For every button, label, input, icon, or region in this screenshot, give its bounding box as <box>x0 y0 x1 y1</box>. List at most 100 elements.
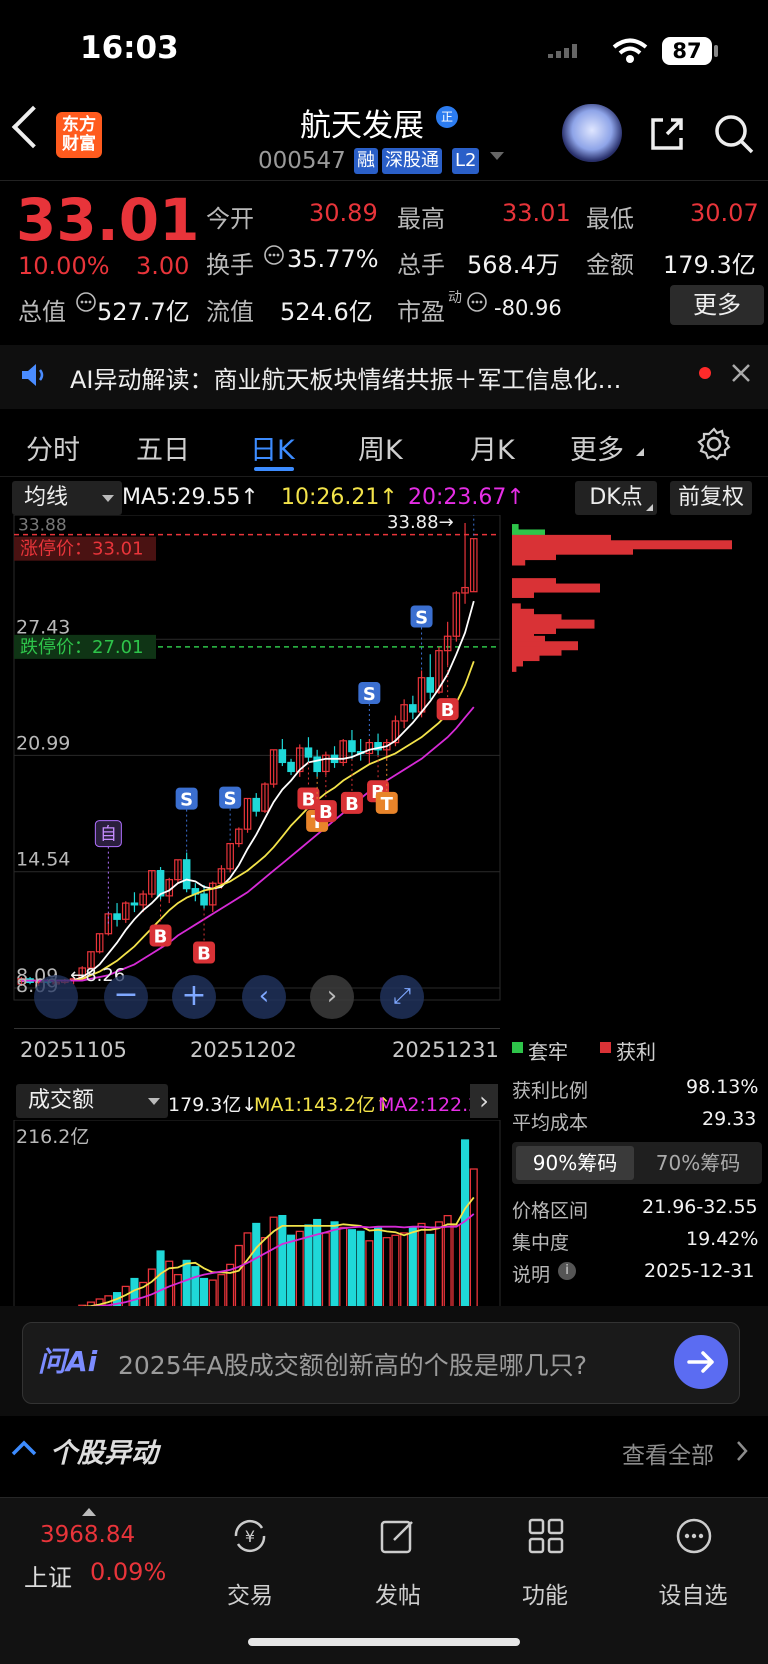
tab-daily-k[interactable]: 日K <box>250 428 295 467</box>
signal-label: S <box>180 790 193 811</box>
chip-segment-control[interactable]: 90%筹码 70%筹码 <box>512 1142 762 1184</box>
y-tick-label: 20.99 <box>16 732 70 754</box>
signal-label: B <box>345 794 359 815</box>
signal-label: S <box>363 684 376 705</box>
code-dropdown-icon[interactable] <box>490 152 504 160</box>
nav-watchlist[interactable]: 设自选 <box>648 1576 738 1610</box>
nav-post[interactable]: 发帖 <box>353 1576 443 1610</box>
chip-bar <box>512 556 526 566</box>
volume-value: 568.4万 <box>467 251 560 279</box>
high-value: 33.01 <box>502 199 571 227</box>
chat-placeholder[interactable]: 2025年A股成交额创新高的个股是哪几只? <box>118 1346 587 1382</box>
amount-value: 179.3亿 <box>663 251 756 279</box>
avg-cost-label: 平均成本 <box>512 1112 589 1134</box>
open-label: 今开 <box>206 205 254 233</box>
turnover-value: 35.77% <box>287 245 379 273</box>
legend-loss-swatch <box>512 1042 523 1053</box>
indicator-select[interactable]: 均线 <box>12 481 122 515</box>
post-icon[interactable] <box>376 1514 420 1558</box>
tabs-divider <box>0 476 768 477</box>
volume-bar <box>278 1214 287 1310</box>
assistant-avatar-icon[interactable] <box>562 104 622 162</box>
range-label: 价格区间 <box>512 1200 589 1222</box>
ma20-legend: 20:23.67↑ <box>408 485 525 510</box>
low-label: 最低 <box>586 205 634 233</box>
volume-expand-icon[interactable]: › <box>470 1084 498 1118</box>
info-icon[interactable]: i <box>558 1262 576 1280</box>
index-name[interactable]: 上证 <box>24 1558 72 1593</box>
volume-indicator-select[interactable]: 成交额 <box>16 1084 168 1118</box>
share-icon[interactable] <box>647 114 687 154</box>
volume-bar <box>391 1234 400 1310</box>
signal-label: B <box>197 943 211 964</box>
search-icon[interactable] <box>712 112 756 156</box>
note-label: 说明 <box>512 1264 551 1286</box>
ai-banner-text[interactable]: AI异动解读：商业航天板块情绪共振＋军工信息化… <box>70 360 622 395</box>
see-all-link[interactable]: 查看全部 <box>622 1436 714 1470</box>
volume-bar <box>339 1226 348 1310</box>
chevron-up-icon[interactable] <box>10 1438 38 1458</box>
more-dots-icon[interactable] <box>672 1514 716 1558</box>
pe-value: -80.96 <box>494 296 562 320</box>
index-value[interactable]: 3968.84 <box>40 1522 135 1548</box>
signal-label: B <box>302 789 316 810</box>
stock-name[interactable]: 航天发展 <box>300 100 424 145</box>
tab-more[interactable]: 更多 <box>570 428 624 467</box>
candle-body <box>426 677 435 693</box>
minus-icon[interactable]: − <box>104 975 148 1019</box>
volume-bar <box>156 1250 165 1310</box>
gear-icon[interactable] <box>696 426 732 462</box>
volume-bar <box>191 1266 200 1310</box>
float-label: 流值 <box>206 298 254 326</box>
seg-70[interactable]: 70%筹码 <box>638 1146 758 1180</box>
volume-bar <box>217 1273 226 1310</box>
back-chevron-icon[interactable] <box>11 105 55 149</box>
function-grid-icon[interactable] <box>524 1514 568 1558</box>
chart-zoom-out-hint-icon[interactable] <box>34 975 78 1019</box>
stock-badge: 正 <box>436 106 458 128</box>
plus-icon[interactable]: + <box>172 975 216 1019</box>
nav-trade[interactable]: 交易 <box>205 1576 295 1610</box>
legend-profit-swatch <box>600 1042 611 1053</box>
signal-label: B <box>154 926 168 947</box>
wifi-icon <box>612 38 648 63</box>
adjust-button[interactable]: 前复权 <box>670 481 752 515</box>
dk-point-button[interactable]: DK点 <box>575 481 657 515</box>
signal-label: B <box>441 700 455 721</box>
last-price: 33.01 <box>16 186 200 254</box>
volume-bar <box>286 1234 296 1310</box>
close-icon[interactable] <box>730 362 752 384</box>
more-button[interactable]: 更多 <box>670 285 764 325</box>
pe-label: 市盈 <box>397 298 445 326</box>
pe-info-icon[interactable] <box>466 291 488 313</box>
tab-monthly-k[interactable]: 月K <box>470 428 515 467</box>
kline-chart[interactable]: 27.4320.9914.548.09涨停价：33.0133.88跌停价：27.… <box>0 515 768 1025</box>
send-button[interactable] <box>674 1335 728 1389</box>
date-label-start: 20251105 <box>20 1038 127 1062</box>
nav-function[interactable]: 功能 <box>500 1576 590 1610</box>
seg-90[interactable]: 90%筹码 <box>516 1146 634 1180</box>
app-logo[interactable]: 东方 财富 <box>56 112 102 158</box>
trade-icon[interactable]: ¥ <box>228 1514 272 1558</box>
tab-five-day[interactable]: 五日 <box>136 428 190 467</box>
active-tab-underline <box>254 467 294 471</box>
index-change[interactable]: 0.09% <box>90 1558 166 1586</box>
chevron-right-icon[interactable]: › <box>310 975 354 1019</box>
volume-bar <box>182 1259 191 1310</box>
tab-intraday[interactable]: 分时 <box>26 428 80 467</box>
volume-bar <box>365 1240 374 1310</box>
logo-line2: 财富 <box>62 134 96 154</box>
tab-weekly-k[interactable]: 周K <box>358 428 403 467</box>
signal-label: B <box>319 802 333 823</box>
fullscreen-icon[interactable]: ⤢ <box>380 975 424 1019</box>
change-pct: 10.00% <box>18 252 110 280</box>
signal-icon <box>548 44 577 58</box>
svg-text:¥: ¥ <box>245 1527 255 1546</box>
chevron-left-icon[interactable]: ‹ <box>242 975 286 1019</box>
chevron-right-icon[interactable] <box>734 1439 750 1463</box>
turnover-info-icon[interactable] <box>263 244 285 266</box>
mcap-info-icon[interactable] <box>75 291 97 313</box>
header-divider <box>0 180 768 181</box>
self-select-label: 自 <box>100 825 117 845</box>
volume-bar <box>469 1168 478 1310</box>
